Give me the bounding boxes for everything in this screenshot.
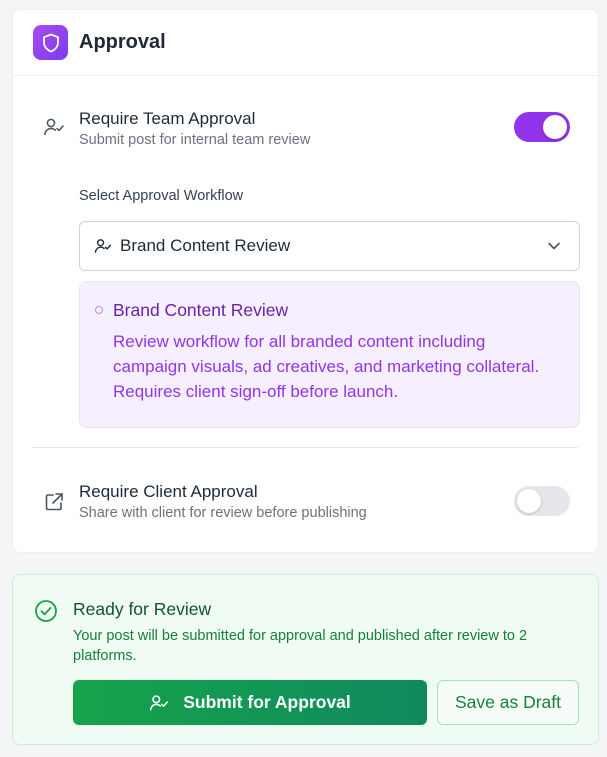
workflow-select-label: Select Approval Workflow — [79, 188, 244, 204]
draft-button-label: Save as Draft — [454, 692, 562, 712]
toggle-knob — [543, 115, 567, 139]
approval-card: Approval Require Team Approval Submit po… — [12, 9, 599, 553]
workflow-select[interactable]: Brand Content Review — [79, 221, 580, 271]
user-check-icon — [43, 116, 65, 138]
page-title: Approval — [79, 31, 166, 53]
divider — [33, 447, 578, 448]
user-check-icon — [94, 237, 112, 260]
save-as-draft-button[interactable]: Save as Draft — [437, 680, 579, 725]
team-approval-toggle[interactable] — [514, 112, 570, 142]
approval-header: Approval — [13, 10, 598, 76]
submit-button-label: Submit for Approval — [183, 692, 351, 712]
team-approval-title: Require Team Approval — [79, 109, 256, 128]
info-bullet-icon — [95, 306, 103, 314]
check-circle-icon — [34, 599, 58, 628]
client-approval-toggle[interactable] — [514, 486, 570, 516]
workflow-info-box: Brand Content Review Review workflow for… — [79, 281, 580, 428]
chevron-down-icon — [547, 239, 561, 258]
submit-for-approval-button[interactable]: Submit for Approval — [73, 680, 427, 725]
team-approval-subtitle: Submit post for internal team review — [79, 132, 311, 148]
external-link-icon — [43, 491, 65, 513]
ready-description: Your post will be submitted for approval… — [73, 628, 528, 664]
shield-icon — [33, 25, 68, 60]
workflow-info-description: Review workflow for all branded content … — [113, 332, 540, 401]
workflow-select-value: Brand Content Review — [120, 236, 291, 255]
client-approval-title: Require Client Approval — [79, 482, 258, 501]
client-approval-subtitle: Share with client for review before publ… — [79, 505, 367, 521]
ready-title: Ready for Review — [73, 599, 212, 619]
ready-for-review-panel: Ready for Review Your post will be submi… — [12, 574, 599, 745]
user-check-icon — [149, 693, 169, 713]
workflow-info-title: Brand Content Review — [113, 300, 289, 320]
toggle-knob — [517, 489, 541, 513]
